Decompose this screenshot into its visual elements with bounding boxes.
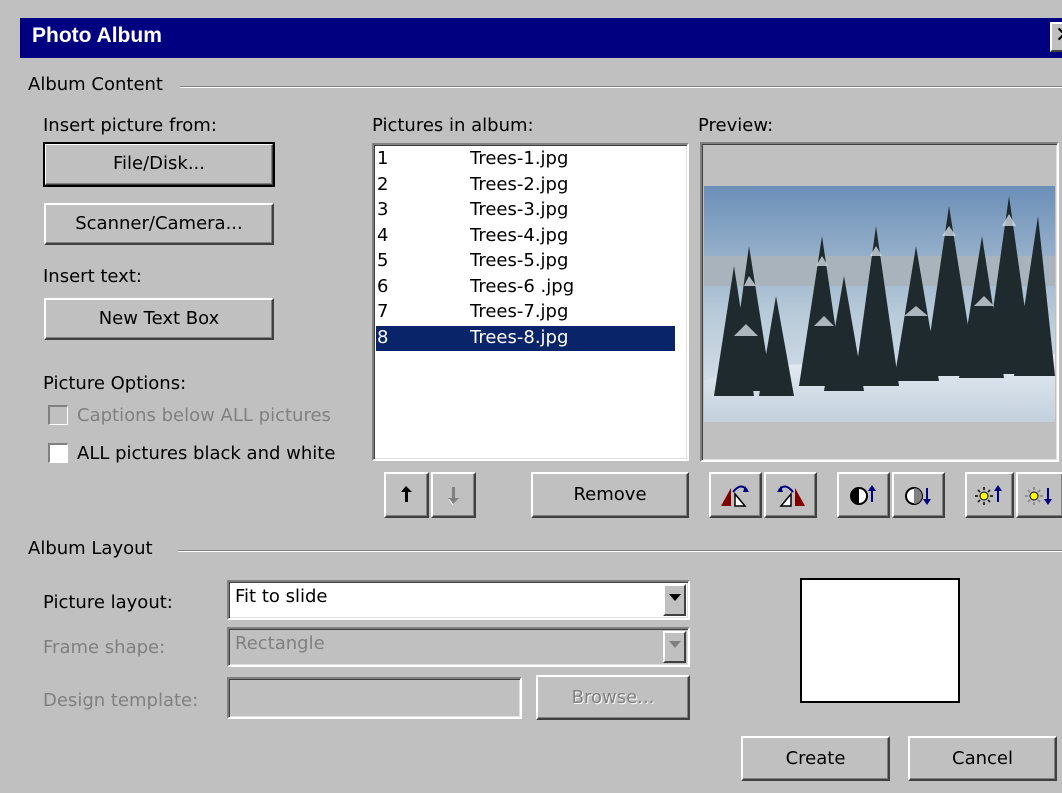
picture-layout-dropdown-button[interactable] [663,584,686,616]
frame-shape-value: Rectangle [235,633,325,654]
picture-number: 6 [377,275,389,297]
picture-layout-label: Picture layout: [43,592,173,613]
picture-number: 8 [377,326,389,348]
list-item[interactable]: 8 Trees-8.jpg [376,325,675,351]
frame-shape-label: Frame shape: [43,637,166,658]
frame-shape-select[interactable]: Rectangle [227,627,690,667]
cancel-button[interactable]: Cancel [908,736,1057,781]
contrast-down-icon [905,487,931,505]
captions-checkbox-label: Captions below ALL pictures [77,405,331,426]
window-title: Photo Album [32,24,162,47]
list-item[interactable]: 5 Trees-5.jpg [376,249,675,274]
list-item[interactable]: 7 Trees-7.jpg [376,300,675,325]
browse-button[interactable]: Browse... [536,675,690,720]
picture-filename: Trees-4.jpg [470,224,569,246]
create-button[interactable]: Create [741,736,890,781]
brightness-down-button[interactable] [1016,472,1062,518]
rotate-left-icon [721,485,749,507]
bw-checkbox-label: ALL pictures black and white [77,443,336,464]
picture-layout-value: Fit to slide [235,586,328,607]
insert-picture-label: Insert picture from: [43,115,217,136]
move-down-button[interactable] [431,472,476,518]
contrast-up-button[interactable] [837,472,890,518]
move-up-button[interactable] [384,472,429,518]
close-icon: ✕ [1055,23,1062,48]
arrow-down-icon [448,487,459,506]
pictures-in-album-label: Pictures in album: [372,115,534,136]
close-button[interactable]: ✕ [1050,22,1062,52]
picture-filename: Trees-1.jpg [470,148,569,169]
picture-filename: Trees-6 .jpg [470,275,575,297]
rotate-left-button[interactable] [709,472,762,518]
picture-number: 2 [377,173,389,195]
brightness-up-icon [975,485,1002,505]
list-item[interactable]: 4 Trees-4.jpg [376,224,675,249]
picture-filename: Trees-2.jpg [470,173,569,195]
design-template-label: Design template: [43,690,199,711]
list-item[interactable]: 1 Trees-1.jpg [376,147,675,172]
album-content-divider [180,86,1062,88]
chevron-down-icon [669,641,681,648]
brightness-down-icon [1025,487,1052,505]
brightness-up-button[interactable] [965,472,1014,518]
list-item[interactable]: 3 Trees-3.jpg [376,198,675,223]
picture-number: 3 [377,199,389,220]
picture-layout-select[interactable]: Fit to slide [227,580,690,620]
picture-number: 4 [377,224,389,246]
chevron-down-icon [669,594,681,601]
preview-image [704,186,1055,422]
album-layout-heading: Album Layout [28,538,159,559]
picture-filename: Trees-7.jpg [470,301,569,322]
list-item[interactable]: 6 Trees-6 .jpg [376,275,675,300]
preview-pane [700,142,1059,462]
picture-number: 5 [377,250,389,271]
bw-checkbox[interactable] [48,443,68,463]
contrast-down-button[interactable] [892,472,945,518]
remove-button[interactable]: Remove [531,472,689,518]
insert-text-label: Insert text: [43,266,142,287]
layout-preview-box [800,578,960,703]
rotate-right-icon [777,485,805,507]
scanner-camera-button[interactable]: Scanner/Camera... [44,203,274,245]
photo-album-dialog: Photo Album ✕ Album Content Insert pictu… [0,0,1062,793]
frame-shape-dropdown-button[interactable] [663,631,686,663]
contrast-up-icon [850,485,876,505]
picture-number: 1 [377,148,389,169]
file-disk-button[interactable]: File/Disk... [43,142,275,187]
album-layout-divider [178,550,1062,552]
arrow-up-icon [401,486,412,502]
picture-filename: Trees-3.jpg [470,199,569,220]
new-text-box-button[interactable]: New Text Box [44,298,274,340]
picture-options-label: Picture Options: [43,373,187,394]
picture-filename: Trees-8.jpg [470,326,569,348]
pictures-listbox[interactable]: 1 Trees-1.jpg 2 Trees-2.jpg 3 Trees-3.jpg 4 Tre… [372,143,689,461]
rotate-right-button[interactable] [764,472,817,518]
picture-number: 7 [377,301,389,322]
title-bar[interactable]: Photo Album ✕ [20,18,1062,58]
captions-checkbox[interactable] [48,405,68,425]
design-template-field[interactable] [227,677,522,719]
preview-label: Preview: [698,115,774,136]
picture-filename: Trees-5.jpg [470,250,569,271]
album-content-heading: Album Content [28,74,169,95]
list-item[interactable]: 2 Trees-2.jpg [376,173,675,198]
